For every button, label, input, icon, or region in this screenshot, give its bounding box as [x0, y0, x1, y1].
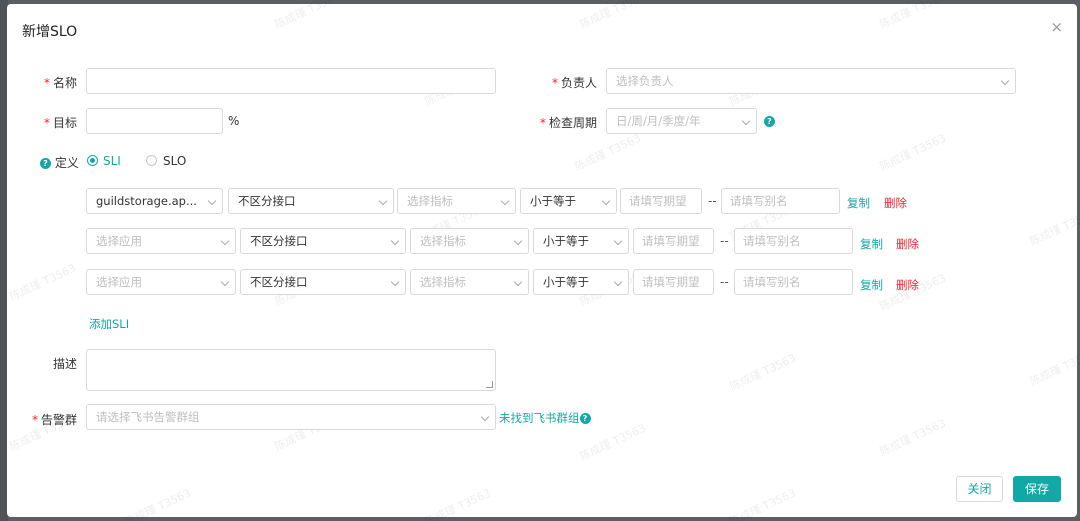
radio-slo[interactable] [146, 155, 157, 166]
period-select[interactable]: 日/周/月/季度/年 [606, 108, 757, 134]
watermark: 陈成瑾 T3563 [727, 351, 798, 394]
range-separator: -- [720, 234, 729, 248]
sli-operator-select[interactable]: 小于等于 [533, 269, 629, 295]
close-icon[interactable]: × [1050, 19, 1063, 35]
owner-label: * 负责人 [551, 76, 597, 90]
watermark: 陈成瑾 T3563 [272, 0, 343, 32]
description-textarea[interactable] [86, 349, 496, 391]
range-separator: -- [720, 275, 729, 289]
chevron-down-icon [1000, 76, 1010, 86]
definition-label: ? 定义 [40, 154, 79, 171]
alert-group-select[interactable]: 请选择飞书告警群组 [86, 404, 496, 430]
chevron-down-icon [220, 277, 230, 287]
help-icon[interactable]: ? [764, 116, 775, 127]
sli-copy-link[interactable]: 复制 [860, 236, 883, 252]
radio-sli-label: SLI [103, 154, 121, 168]
radio-slo-label: SLO [163, 154, 187, 168]
chevron-down-icon [378, 196, 388, 206]
feishu-group-not-found-link[interactable]: 未找到飞书群组? [499, 410, 591, 426]
owner-select[interactable]: 选择负责人 [606, 68, 1016, 94]
chevron-down-icon [613, 277, 623, 287]
watermark: 陈成瑾 T3563 [122, 486, 193, 521]
sli-alias-input[interactable]: 请填写别名 [734, 269, 853, 295]
sli-delete-link[interactable]: 删除 [896, 277, 919, 293]
sli-alias-input[interactable]: 请填写别名 [734, 228, 853, 254]
description-label: 描述 [52, 357, 77, 371]
sli-metric-select[interactable]: 选择指标 [397, 188, 516, 214]
sli-app-select[interactable]: 选择应用 [86, 228, 236, 254]
chevron-down-icon [220, 236, 230, 246]
radio-sli[interactable] [87, 155, 98, 166]
sli-metric-select[interactable]: 选择指标 [410, 269, 529, 295]
watermark: 陈成瑾 T3563 [572, 131, 643, 174]
sli-operator-select[interactable]: 小于等于 [533, 228, 629, 254]
add-sli-link[interactable]: 添加SLI [89, 316, 129, 332]
sli-expect-input[interactable]: 请填写期望 [633, 228, 714, 254]
period-label: * 检查周期 [539, 116, 597, 130]
chevron-down-icon [601, 196, 611, 206]
sli-delete-link[interactable]: 删除 [896, 236, 919, 252]
target-unit: % [228, 114, 240, 128]
chevron-down-icon [500, 196, 510, 206]
chevron-down-icon [390, 236, 400, 246]
watermark: 陈成瑾 T3563 [7, 261, 78, 304]
alert-group-label: * 告警群 [31, 413, 77, 427]
sli-operator-select[interactable]: 小于等于 [520, 188, 617, 214]
chevron-down-icon [390, 277, 400, 287]
watermark: 陈成瑾 T3563 [1027, 206, 1080, 249]
close-button[interactable]: 关闭 [956, 476, 1003, 502]
name-input[interactable] [86, 68, 496, 94]
watermark: 陈成瑾 T3563 [877, 131, 948, 174]
add-slo-dialog: 陈成瑾 T3563 陈成瑾 T3563 陈成瑾 T3563 陈成瑾 T3563 … [7, 0, 1080, 521]
watermark: 陈成瑾 T3563 [727, 486, 798, 521]
watermark: 陈成瑾 T3563 [1027, 346, 1080, 389]
target-input[interactable] [86, 108, 223, 134]
sli-interface-select[interactable]: 不区分接口 [240, 269, 406, 295]
sli-copy-link[interactable]: 复制 [860, 277, 883, 293]
chevron-down-icon [613, 236, 623, 246]
chevron-down-icon [480, 412, 490, 422]
sli-interface-select[interactable]: 不区分接口 [228, 188, 394, 214]
range-separator: -- [708, 194, 717, 208]
target-label: * 目标 [43, 116, 77, 130]
help-icon[interactable]: ? [40, 158, 51, 169]
sli-delete-link[interactable]: 删除 [884, 195, 907, 211]
sli-expect-input[interactable]: 请填写期望 [633, 269, 714, 295]
sli-app-select[interactable]: 选择应用 [86, 269, 236, 295]
watermark: 陈成瑾 T3563 [877, 416, 948, 459]
sli-copy-link[interactable]: 复制 [847, 195, 870, 211]
sli-app-select[interactable]: guildstorage.ap... [86, 188, 223, 214]
chevron-down-icon [741, 116, 751, 126]
name-label: * 名称 [43, 76, 77, 90]
sli-alias-input[interactable]: 请填写别名 [721, 188, 840, 214]
watermark: 陈成瑾 T3563 [422, 486, 493, 521]
sli-metric-select[interactable]: 选择指标 [410, 228, 529, 254]
chevron-down-icon [513, 236, 523, 246]
watermark: 陈成瑾 T3563 [577, 0, 648, 32]
dialog-title: 新增SLO [22, 24, 78, 40]
sli-expect-input[interactable]: 请填写期望 [620, 188, 702, 214]
sli-interface-select[interactable]: 不区分接口 [240, 228, 406, 254]
watermark: 陈成瑾 T3563 [577, 421, 648, 464]
watermark: 陈成瑾 T3563 [877, 0, 948, 32]
chevron-down-icon [207, 196, 217, 206]
resize-handle-icon[interactable] [486, 381, 493, 388]
chevron-down-icon [513, 277, 523, 287]
save-button[interactable]: 保存 [1013, 476, 1061, 502]
help-icon[interactable]: ? [579, 413, 591, 424]
